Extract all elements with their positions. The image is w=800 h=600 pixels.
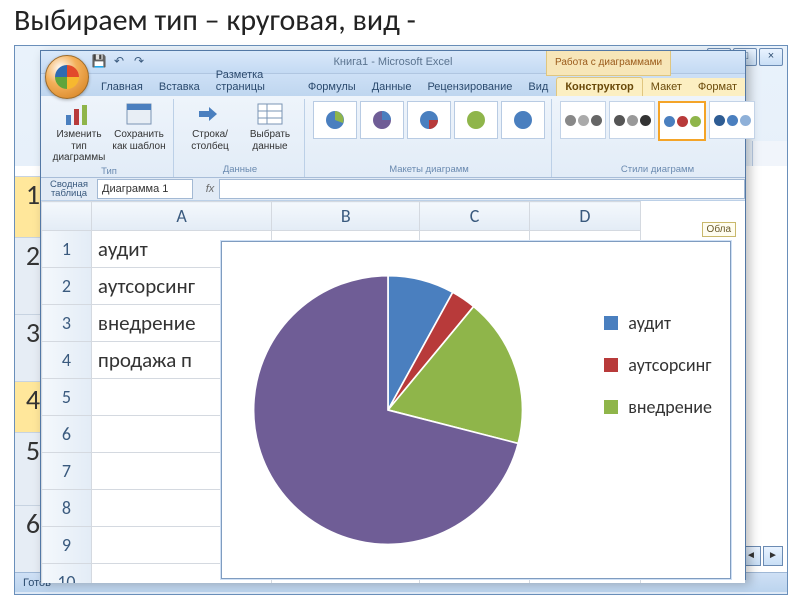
pie-layout-icon (415, 108, 443, 132)
stage: – □ × Ω 1 2 3 4 5 6 ◄ ► Готов 💾 ↶ ↷ (14, 45, 786, 595)
group-type: Изменить тип диаграммы Сохранить как шаб… (45, 99, 174, 177)
excel-window: 💾 ↶ ↷ Книга1 - Microsoft Excel Работа с … (40, 50, 746, 580)
layout-option-2[interactable] (360, 101, 404, 139)
tab-review[interactable]: Рецензирование (419, 78, 520, 96)
chart-tools-context-label: Работа с диаграммами (546, 51, 671, 76)
legend-item-implementation[interactable]: внедрение (604, 396, 712, 418)
tab-data[interactable]: Данные (364, 78, 420, 96)
legend-label-audit: аудит (628, 312, 671, 334)
scroll-right-icon[interactable]: ► (763, 546, 783, 566)
redo-icon[interactable]: ↷ (131, 53, 147, 69)
tab-home[interactable]: Главная (93, 78, 151, 96)
row-4[interactable]: 4 (42, 342, 92, 379)
legend-label-implementation: внедрение (628, 396, 712, 418)
col-D[interactable]: D (529, 202, 640, 231)
ribbon: Изменить тип диаграммы Сохранить как шаб… (41, 96, 745, 178)
ribbon-tabs: Главная Вставка Разметка страницы Формул… (41, 74, 745, 96)
row-8[interactable]: 8 (42, 490, 92, 527)
style-option-3-selected[interactable] (658, 101, 706, 141)
layout-option-3[interactable] (407, 101, 451, 139)
pie-chart (248, 270, 528, 550)
pivot-table-label: Сводная таблица (41, 180, 97, 199)
tab-view[interactable]: Вид (520, 78, 556, 96)
save-icon[interactable]: 💾 (91, 53, 107, 69)
fx-icon[interactable]: fx (201, 183, 219, 195)
tab-formulas[interactable]: Формулы (300, 78, 364, 96)
style-option-1[interactable] (560, 101, 606, 139)
pie-svg (248, 270, 528, 550)
switch-row-column-button[interactable]: Строка/столбец (182, 101, 238, 152)
layout-option-5[interactable] (501, 101, 545, 139)
style-option-4[interactable] (709, 101, 755, 139)
col-A[interactable]: A (91, 202, 271, 231)
chart-object[interactable]: Обла аудит аутсорсинг внедрение (221, 241, 731, 579)
change-chart-type-button[interactable]: Изменить тип диаграммы (51, 101, 107, 164)
template-icon (124, 101, 154, 127)
layout-option-1[interactable] (313, 101, 357, 139)
legend-swatch-audit (604, 316, 618, 330)
row-3[interactable]: 3 (42, 305, 92, 342)
pie-layout-icon (509, 108, 537, 132)
formula-bar-row: Сводная таблица Диаграмма 1 fx (41, 178, 745, 201)
group-styles-label: Стили диаграмм (621, 164, 694, 175)
tab-insert[interactable]: Вставка (151, 78, 208, 96)
row-2[interactable]: 2 (42, 268, 92, 305)
row-7[interactable]: 7 (42, 453, 92, 490)
chart-area-tooltip: Обла (702, 222, 736, 237)
bg-scroll-buttons: ◄ ► (741, 546, 783, 566)
formula-bar[interactable] (219, 179, 745, 199)
group-data: Строка/столбец Выбрать данные Данные (176, 99, 305, 177)
style-option-2[interactable] (609, 101, 655, 139)
quick-access-toolbar: 💾 ↶ ↷ (91, 53, 147, 69)
legend-item-outsourcing[interactable]: аутсорсинг (604, 354, 712, 376)
bar-chart-icon (64, 101, 94, 127)
tab-design[interactable]: Конструктор (556, 77, 642, 96)
slide-title: Выбираем тип – круговая, вид - (0, 0, 800, 45)
pie-layout-icon (321, 108, 349, 132)
switch-icon (195, 101, 225, 127)
group-chart-layouts: Макеты диаграмм (307, 99, 552, 177)
legend-swatch-implementation (604, 400, 618, 414)
close-icon[interactable]: × (759, 48, 783, 66)
legend-label-outsourcing: аутсорсинг (628, 354, 711, 376)
office-button[interactable] (45, 55, 89, 99)
row-6[interactable]: 6 (42, 416, 92, 453)
pie-layout-icon (368, 108, 396, 132)
chart-legend: аудит аутсорсинг внедрение (604, 292, 712, 438)
col-B[interactable]: B (272, 202, 420, 231)
grid-icon (255, 101, 285, 127)
select-all-corner[interactable] (42, 202, 92, 231)
pie-layout-icon (462, 108, 490, 132)
app-title: Книга1 - Microsoft Excel (334, 56, 453, 68)
spreadsheet-grid[interactable]: A B C D 1 аудит 8 2 аутсорсинг 3 внедрение 4… (41, 201, 745, 583)
group-data-label: Данные (223, 164, 257, 175)
tab-page-layout[interactable]: Разметка страницы (208, 66, 300, 96)
col-C[interactable]: C (420, 202, 529, 231)
select-data-button[interactable]: Выбрать данные (242, 101, 298, 152)
tab-format[interactable]: Формат (690, 78, 745, 96)
row-1[interactable]: 1 (42, 231, 92, 268)
group-layouts-label: Макеты диаграмм (389, 164, 469, 175)
row-10[interactable]: 10 (42, 564, 92, 584)
legend-swatch-outsourcing (604, 358, 618, 372)
group-chart-styles: Стили диаграмм (554, 99, 761, 177)
row-5[interactable]: 5 (42, 379, 92, 416)
undo-icon[interactable]: ↶ (111, 53, 127, 69)
row-9[interactable]: 9 (42, 527, 92, 564)
save-as-template-button[interactable]: Сохранить как шаблон (111, 101, 167, 164)
tab-layout[interactable]: Макет (643, 78, 690, 96)
name-box[interactable]: Диаграмма 1 (97, 179, 193, 199)
layout-option-4[interactable] (454, 101, 498, 139)
legend-item-audit[interactable]: аудит (604, 312, 712, 334)
group-type-label: Тип (101, 166, 117, 177)
